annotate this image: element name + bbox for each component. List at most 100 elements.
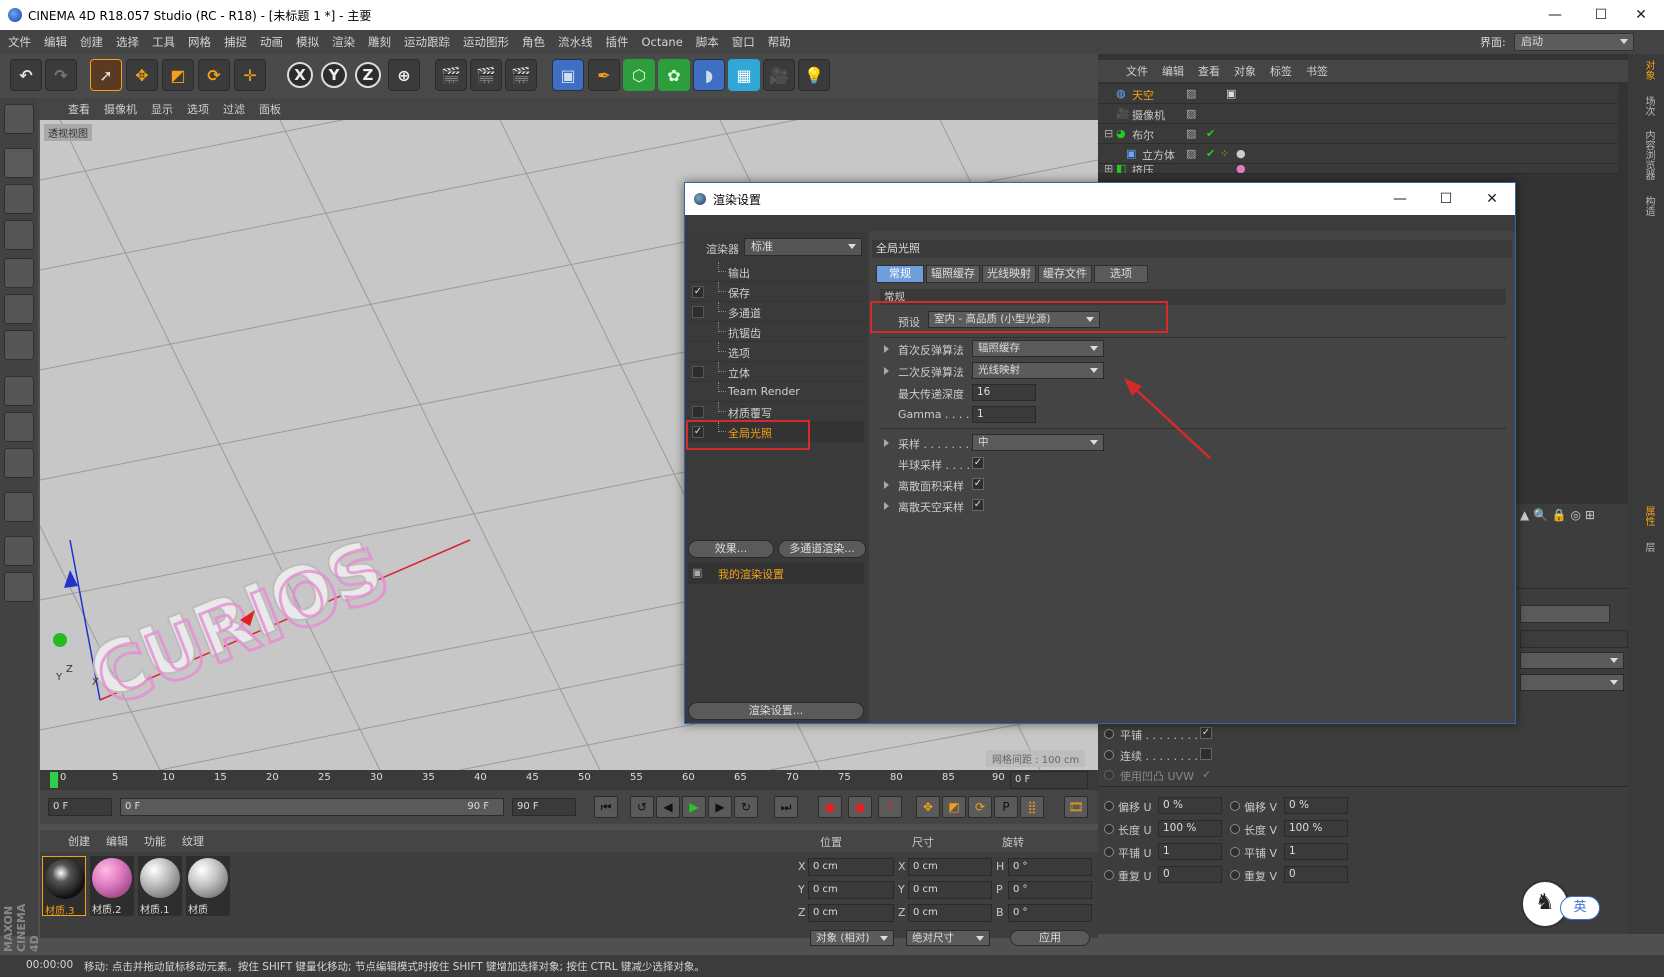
- dialog-close-button[interactable]: ✕: [1469, 183, 1515, 215]
- menu-simulate[interactable]: 模拟: [296, 34, 319, 50]
- scale-icon[interactable]: ◩: [162, 59, 194, 91]
- attr-radio[interactable]: [1104, 824, 1114, 834]
- menu-file[interactable]: 文件: [8, 34, 31, 50]
- discrete-sky-sampling-checkbox[interactable]: ✓: [972, 499, 984, 511]
- save-checkbox[interactable]: ✓: [692, 286, 704, 298]
- attr-projection-select[interactable]: [1520, 652, 1624, 669]
- sampling-select[interactable]: 中: [972, 434, 1104, 451]
- position-z-field[interactable]: 0 cm: [808, 904, 894, 922]
- menu-render[interactable]: 渲染: [332, 34, 355, 50]
- object-row-sky[interactable]: ◍ 天空 ▨ ▣: [1098, 84, 1618, 104]
- attr-radio[interactable]: [1104, 801, 1114, 811]
- autokey-icon[interactable]: ●: [848, 796, 872, 818]
- attr-tag-field[interactable]: [1520, 605, 1610, 623]
- play-icon[interactable]: ▶: [682, 796, 706, 818]
- tab-takes[interactable]: 场次: [1634, 96, 1656, 116]
- previous-frame-icon[interactable]: ◀: [656, 796, 680, 818]
- min-time-field[interactable]: 0 F: [48, 798, 112, 816]
- size-mode-select[interactable]: 绝对尺寸: [906, 930, 990, 946]
- z-axis-lock-button[interactable]: Z: [355, 62, 381, 88]
- tab-structure[interactable]: 构造: [1634, 196, 1656, 216]
- settings-item-save[interactable]: ✓ 保存: [688, 282, 864, 302]
- menu-plugins[interactable]: 插件: [606, 34, 629, 50]
- tweak-mode-icon[interactable]: [4, 412, 34, 442]
- visibility-toggle-icon[interactable]: ▨: [1186, 87, 1196, 100]
- attr-radio[interactable]: [1104, 847, 1114, 857]
- object-row-cube[interactable]: ▣ 立方体 ▨ ✔ ⁘ ●: [1098, 144, 1618, 164]
- settings-item-output[interactable]: 输出: [688, 262, 864, 282]
- menu-motion-tracking[interactable]: 运动跟踪: [404, 34, 450, 50]
- rotation-b-field[interactable]: 0 °: [1008, 904, 1092, 922]
- object-menu-bookmarks[interactable]: 书签: [1306, 63, 1328, 79]
- repeat-u-field[interactable]: 0: [1158, 866, 1222, 883]
- viewport-menu-filter[interactable]: 过滤: [223, 101, 245, 117]
- settings-item-stereoscopic[interactable]: 立体: [688, 362, 864, 382]
- tab-options[interactable]: 选项: [1094, 265, 1148, 283]
- dialog-maximize-button[interactable]: ☐: [1423, 183, 1469, 215]
- axis-mode-icon[interactable]: [4, 376, 34, 406]
- go-to-next-key-icon[interactable]: ↻: [734, 796, 758, 818]
- menu-create[interactable]: 创建: [80, 34, 103, 50]
- gamma-field[interactable]: 1: [972, 406, 1036, 423]
- workplane-mode-icon[interactable]: [4, 220, 34, 250]
- tab-irradiance-cache[interactable]: 辐照缓存: [926, 265, 980, 283]
- key-position-icon[interactable]: ✥: [916, 796, 940, 818]
- model-mode-icon[interactable]: [4, 148, 34, 178]
- coordinate-system-icon[interactable]: ⊕: [388, 59, 420, 91]
- make-editable-icon[interactable]: [4, 104, 34, 134]
- attr-radio[interactable]: [1104, 870, 1114, 880]
- length-v-field[interactable]: 100 %: [1284, 820, 1348, 837]
- material-menu-function[interactable]: 功能: [144, 833, 166, 849]
- subdivision-surface-icon[interactable]: ⬡: [623, 59, 655, 91]
- multipass-render-button[interactable]: 多通道渲染...: [778, 540, 866, 558]
- tab-objects[interactable]: 对象: [1634, 60, 1656, 80]
- key-parameter-icon[interactable]: P: [994, 796, 1018, 818]
- size-y-field[interactable]: 0 cm: [908, 881, 992, 899]
- light-icon[interactable]: 💡: [798, 59, 830, 91]
- secondary-method-select[interactable]: 光线映射: [972, 362, 1104, 379]
- render-picture-viewer-icon[interactable]: 🎬: [470, 59, 502, 91]
- rotation-p-field[interactable]: 0 °: [1008, 881, 1092, 899]
- cloner-icon[interactable]: ✿: [658, 59, 690, 91]
- cube-primitive-icon[interactable]: ▣: [552, 59, 584, 91]
- material-swatch[interactable]: 材质.1: [138, 856, 182, 916]
- visibility-toggle-icon[interactable]: ▨: [1186, 147, 1196, 160]
- coord-mode-select[interactable]: 对象 (相对): [810, 930, 894, 946]
- material-tag-icon[interactable]: ●: [1236, 147, 1246, 160]
- menu-tools[interactable]: 工具: [152, 34, 175, 50]
- live-select-icon[interactable]: ➚: [90, 59, 122, 91]
- expand-arrow-icon[interactable]: [884, 481, 889, 489]
- primary-method-select[interactable]: 辐照缓存: [972, 340, 1104, 357]
- material-override-checkbox[interactable]: [692, 406, 704, 418]
- x-axis-lock-button[interactable]: X: [287, 62, 313, 88]
- edges-mode-icon[interactable]: [4, 294, 34, 324]
- y-axis-lock-button[interactable]: Y: [321, 62, 347, 88]
- menu-edit[interactable]: 编辑: [44, 34, 67, 50]
- input-method-badge[interactable]: 英: [1560, 896, 1600, 920]
- recent-tool-icon[interactable]: ✛: [234, 59, 266, 91]
- attr-radio[interactable]: [1230, 847, 1240, 857]
- layout-select[interactable]: 启动: [1514, 33, 1634, 51]
- attr-radio[interactable]: [1230, 801, 1240, 811]
- sky-material-tag-icon[interactable]: ▣: [1226, 87, 1236, 100]
- edit-render-settings-icon[interactable]: 🎬: [505, 59, 537, 91]
- expand-arrow-icon[interactable]: [884, 502, 889, 510]
- dialog-minimize-button[interactable]: —: [1377, 183, 1423, 215]
- object-menu-edit[interactable]: 编辑: [1162, 63, 1184, 79]
- render-view-icon[interactable]: 🎬: [435, 59, 467, 91]
- tab-general[interactable]: 常规: [876, 265, 924, 283]
- attr-radio[interactable]: [1230, 824, 1240, 834]
- go-to-end-icon[interactable]: ⏭: [774, 796, 798, 818]
- visibility-toggle-icon[interactable]: ▨: [1186, 127, 1196, 140]
- snap-magnet-icon[interactable]: [4, 492, 34, 522]
- enabled-check-icon[interactable]: ✔: [1206, 147, 1215, 160]
- settings-item-antialiasing[interactable]: 抗锯齿: [688, 322, 864, 342]
- polygons-mode-icon[interactable]: [4, 330, 34, 360]
- material-swatch[interactable]: 材质.2: [90, 856, 134, 916]
- record-key-icon[interactable]: ●: [818, 796, 842, 818]
- deformer-icon[interactable]: ◗: [693, 59, 725, 91]
- attr-side-select[interactable]: [1520, 674, 1624, 691]
- menu-snap[interactable]: 捕捉: [224, 34, 247, 50]
- object-row-camera[interactable]: 🎥 摄像机 ▨: [1098, 104, 1618, 124]
- expand-arrow-icon[interactable]: [884, 367, 889, 375]
